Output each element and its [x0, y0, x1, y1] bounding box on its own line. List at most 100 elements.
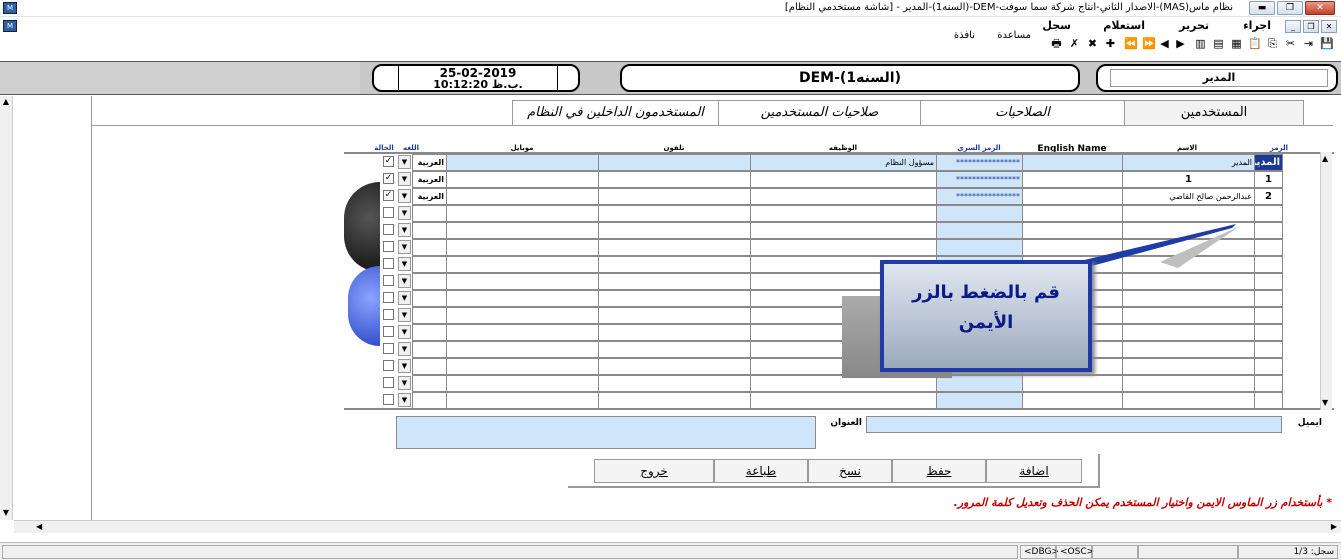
cell-job[interactable] — [750, 239, 937, 256]
status-checkbox[interactable] — [383, 258, 394, 269]
scroll-down-icon[interactable]: ▼ — [1, 508, 11, 518]
cell-language[interactable]: العربية — [412, 171, 447, 188]
table-row[interactable]: ▼ — [0, 341, 1341, 358]
horizontal-scrollbar[interactable]: ◀ ▶ — [14, 520, 1341, 533]
table-row[interactable]: ▼ — [0, 324, 1341, 341]
copy-button[interactable]: نسخ — [808, 459, 892, 483]
cell-mobile[interactable] — [446, 392, 599, 409]
chevron-down-icon[interactable]: ▼ — [398, 223, 411, 237]
chevron-down-icon[interactable]: ▼ — [398, 240, 411, 254]
cell-phone[interactable] — [598, 341, 751, 358]
cell-password[interactable]: **************** — [936, 171, 1023, 188]
chevron-down-icon[interactable]: ▼ — [398, 325, 411, 339]
cell-code[interactable]: المدير — [1254, 154, 1283, 171]
table-row[interactable]: ▼ — [0, 205, 1341, 222]
insert-record-icon[interactable]: ✚ — [1104, 37, 1117, 50]
status-checkbox[interactable]: ✓ — [383, 190, 394, 201]
cell-name[interactable] — [1122, 375, 1255, 392]
status-checkbox[interactable]: ✓ — [383, 156, 394, 167]
cell-name[interactable] — [1122, 307, 1255, 324]
cell-language[interactable] — [412, 222, 447, 239]
cell-name[interactable] — [1122, 358, 1255, 375]
menu-edit[interactable]: تحرير — [1179, 19, 1209, 32]
scroll-left-icon[interactable]: ◀ — [36, 522, 42, 531]
cell-mobile[interactable] — [446, 375, 599, 392]
cell-language[interactable]: العربية — [412, 188, 447, 205]
cell-language[interactable] — [412, 205, 447, 222]
table-row[interactable]: ▼ — [0, 358, 1341, 375]
cell-phone[interactable] — [598, 154, 751, 171]
cell-language[interactable] — [412, 392, 447, 409]
cell-code[interactable] — [1254, 222, 1283, 239]
next-record-icon[interactable]: ▶ — [1174, 37, 1187, 50]
chevron-down-icon[interactable]: ▼ — [398, 376, 411, 390]
tab-user-permissions[interactable]: صلاحيات المستخدمين — [718, 100, 921, 126]
cell-code[interactable]: 1 — [1254, 171, 1283, 188]
scroll-right-icon[interactable]: ▶ — [1331, 522, 1337, 531]
query-icon[interactable]: ▦ — [1230, 37, 1243, 50]
chevron-down-icon[interactable]: ▼ — [398, 206, 411, 220]
cell-code[interactable] — [1254, 324, 1283, 341]
save-button[interactable]: حفظ — [892, 459, 986, 483]
close-button[interactable]: ✕ — [1305, 1, 1335, 15]
cell-phone[interactable] — [598, 307, 751, 324]
cell-language[interactable] — [412, 256, 447, 273]
status-checkbox[interactable] — [383, 207, 394, 218]
cell-phone[interactable] — [598, 256, 751, 273]
table-row[interactable]: 2 عبدالرحمن صالح القاضي **************** ال… — [0, 188, 1341, 205]
status-checkbox[interactable] — [383, 241, 394, 252]
print-icon[interactable]: 🖶 — [1050, 37, 1063, 50]
menu-query[interactable]: استعلام — [1103, 19, 1145, 32]
cell-mobile[interactable] — [446, 358, 599, 375]
status-checkbox[interactable] — [383, 343, 394, 354]
cell-mobile[interactable] — [446, 341, 599, 358]
previous-block-icon[interactable]: ⏪ — [1124, 37, 1138, 50]
chevron-down-icon[interactable]: ▼ — [398, 257, 411, 271]
cell-code[interactable] — [1254, 307, 1283, 324]
cell-job[interactable] — [750, 188, 937, 205]
cell-language[interactable] — [412, 324, 447, 341]
cell-code[interactable]: 2 — [1254, 188, 1283, 205]
cell-phone[interactable] — [598, 239, 751, 256]
cell-mobile[interactable] — [446, 205, 599, 222]
cell-phone[interactable] — [598, 392, 751, 409]
clear-icon[interactable]: ✗ — [1068, 37, 1081, 50]
cell-code[interactable] — [1254, 392, 1283, 409]
chevron-down-icon[interactable]: ▼ — [398, 308, 411, 322]
previous-record-icon[interactable]: ◀ — [1158, 37, 1171, 50]
cell-mobile[interactable] — [446, 273, 599, 290]
table-row[interactable]: ▼ — [0, 290, 1341, 307]
cell-mobile[interactable] — [446, 188, 599, 205]
cell-name[interactable]: 1 — [1122, 171, 1255, 188]
cell-password[interactable] — [936, 205, 1023, 222]
chevron-down-icon[interactable]: ▼ — [398, 172, 411, 186]
cell-english[interactable] — [1022, 375, 1123, 392]
cell-mobile[interactable] — [446, 256, 599, 273]
table-row[interactable]: ▼ — [0, 392, 1341, 409]
tab-logged-users[interactable]: المستخدمون الداخلين في النظام — [512, 100, 719, 126]
chevron-down-icon[interactable]: ▼ — [398, 274, 411, 288]
cell-language[interactable] — [412, 239, 447, 256]
cut-icon[interactable]: ✂ — [1284, 37, 1297, 50]
menu-record[interactable]: سجل — [1042, 19, 1071, 32]
cell-name[interactable] — [1122, 290, 1255, 307]
cell-mobile[interactable] — [446, 171, 599, 188]
address-field[interactable] — [396, 416, 816, 449]
cell-password[interactable] — [936, 392, 1023, 409]
chevron-down-icon[interactable]: ▼ — [398, 359, 411, 373]
cell-mobile[interactable] — [446, 290, 599, 307]
cell-password[interactable]: **************** — [936, 188, 1023, 205]
chevron-down-icon[interactable]: ▼ — [398, 155, 411, 169]
cell-name[interactable]: المدير — [1122, 154, 1255, 171]
status-checkbox[interactable] — [383, 224, 394, 235]
status-checkbox[interactable] — [383, 360, 394, 371]
next-block-icon[interactable]: ⏩ — [1142, 37, 1156, 50]
cell-phone[interactable] — [598, 324, 751, 341]
status-checkbox[interactable] — [383, 292, 394, 303]
tab-users[interactable]: المستخدمين — [1124, 100, 1304, 126]
cell-language[interactable] — [412, 358, 447, 375]
print-button[interactable]: طباعة — [714, 459, 808, 483]
cell-name[interactable] — [1122, 392, 1255, 409]
cell-phone[interactable] — [598, 222, 751, 239]
cell-name[interactable] — [1122, 324, 1255, 341]
